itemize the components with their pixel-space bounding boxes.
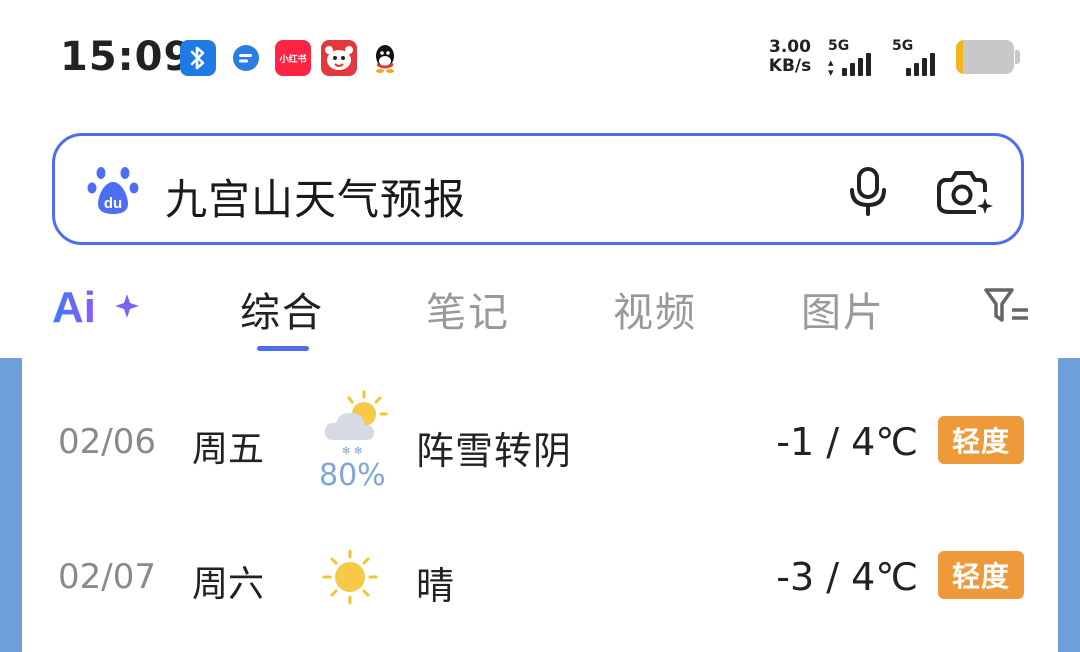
svg-text:✻: ✻ bbox=[354, 446, 362, 457]
signal-bars-icon bbox=[842, 53, 871, 76]
air-quality-badge: 轻度 bbox=[938, 551, 1024, 599]
battery-icon bbox=[956, 40, 1014, 74]
temperature-range: -3 / 4℃ bbox=[776, 555, 918, 599]
air-quality-badge: 轻度 bbox=[938, 416, 1024, 464]
tab-images[interactable]: 图片 bbox=[801, 280, 885, 338]
filter-icon[interactable] bbox=[982, 286, 1028, 326]
tab-comprehensive[interactable]: 综合 bbox=[240, 280, 324, 338]
battery-cap bbox=[1015, 50, 1020, 64]
sim1-network-label: 5G bbox=[828, 38, 850, 54]
snow-shower-to-cloudy-icon: ✻ ✻ bbox=[324, 390, 388, 457]
weather-forecast-card: 02/06 周五 ✻ ✻ 80% 阵雪转阴 -1 / 4℃ 轻度 02/07 周… bbox=[22, 358, 1058, 652]
sim2-network-label: 5G bbox=[892, 38, 914, 54]
search-bar[interactable]: du 九宫山天气预报 bbox=[52, 133, 1024, 245]
data-arrows-icon: ▴ ▾ bbox=[828, 56, 834, 79]
tab-notes[interactable]: 笔记 bbox=[426, 280, 510, 338]
xiaohongshu-logo-text: 小红书 bbox=[279, 54, 307, 65]
svg-text:du: du bbox=[104, 195, 122, 212]
ai-assistant-icon[interactable]: Ai bbox=[52, 284, 144, 328]
bluetooth-icon bbox=[180, 40, 216, 76]
background-panel-left bbox=[0, 358, 22, 652]
message-icon bbox=[228, 40, 264, 76]
forecast-date: 02/07 bbox=[58, 557, 156, 597]
tab-videos[interactable]: 视频 bbox=[613, 280, 697, 338]
xiaohongshu-icon: 小红书 bbox=[275, 40, 311, 76]
qq-icon bbox=[367, 40, 403, 76]
forecast-weekday: 周五 bbox=[192, 429, 265, 470]
status-bar: 15:09 小红书 3.00 KB/s 5G ▴ ▾ 5G bbox=[0, 0, 1080, 118]
forecast-row[interactable]: 02/06 周五 ✻ ✻ 80% 阵雪转阴 -1 / 4℃ 轻度 bbox=[22, 378, 1058, 508]
forecast-row[interactable]: 02/07 周六 晴 -3 / 4℃ 轻度 bbox=[22, 513, 1058, 643]
sim2-signal: 5G bbox=[892, 38, 952, 80]
forecast-weekday: 周六 bbox=[192, 564, 265, 605]
network-speed-value: 3.00 bbox=[769, 37, 811, 57]
microphone-icon[interactable] bbox=[847, 166, 889, 216]
baidu-paw-icon[interactable]: du bbox=[87, 164, 139, 216]
signal-bars-icon bbox=[906, 53, 935, 76]
camera-search-icon[interactable] bbox=[935, 168, 993, 216]
network-speed: 3.00 KB/s bbox=[764, 38, 816, 76]
battery-level-fill bbox=[956, 40, 963, 74]
active-tab-indicator bbox=[257, 346, 309, 351]
weather-description: 晴 bbox=[416, 564, 456, 608]
precipitation-probability: 80% bbox=[319, 458, 386, 493]
network-speed-unit: KB/s bbox=[768, 56, 812, 76]
temperature-range: -1 / 4℃ bbox=[776, 420, 918, 464]
forecast-date: 02/06 bbox=[58, 422, 156, 462]
sim1-signal: 5G ▴ ▾ bbox=[828, 38, 888, 80]
weather-description: 阵雪转阴 bbox=[416, 429, 573, 473]
search-input[interactable]: 九宫山天气预报 bbox=[165, 166, 466, 227]
sunny-icon bbox=[322, 549, 378, 605]
jd-icon bbox=[321, 40, 357, 76]
svg-text:✻: ✻ bbox=[342, 446, 350, 457]
clock-time: 15:09 bbox=[60, 34, 193, 80]
svg-text:Ai: Ai bbox=[52, 284, 96, 328]
background-panel-right bbox=[1058, 358, 1080, 652]
